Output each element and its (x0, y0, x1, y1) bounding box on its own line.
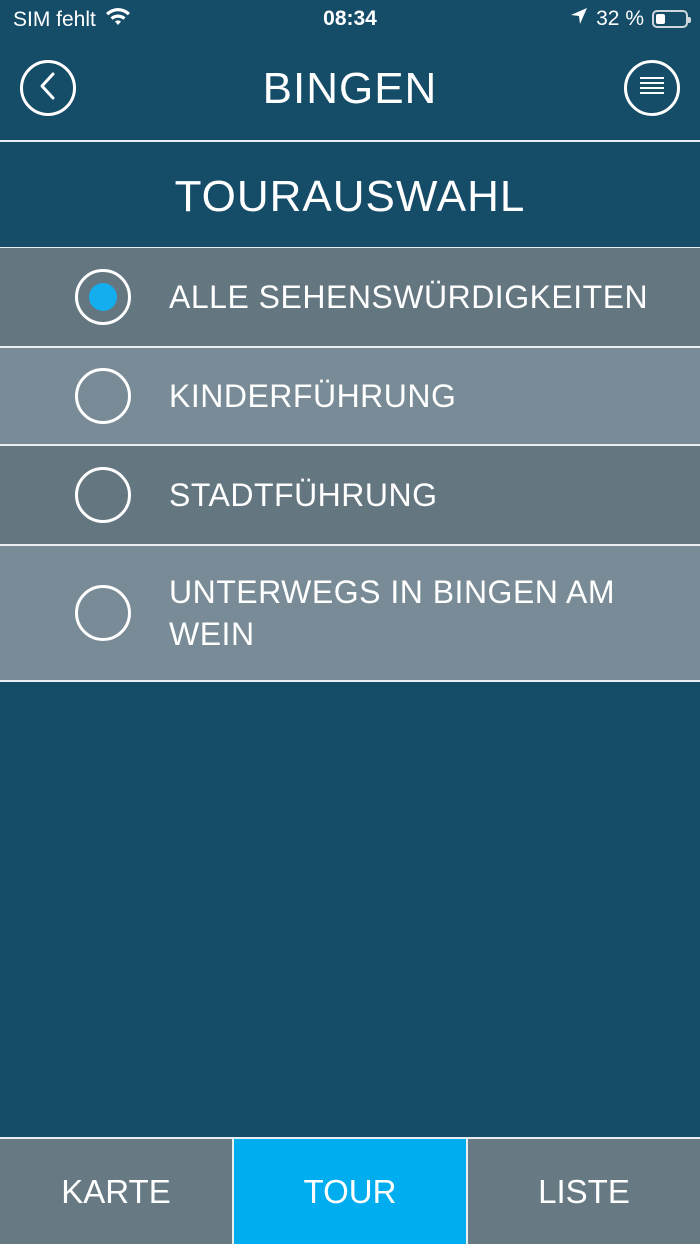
status-bar: SIM fehlt 08:34 32 % (0, 0, 700, 40)
radio-selected-dot (89, 283, 117, 311)
status-right: 32 % (570, 7, 691, 31)
tour-option-kinderfuehrung[interactable]: KINDERFÜHRUNG (0, 348, 700, 446)
section-title: TOURAUSWAHL (174, 172, 526, 221)
tab-bar: KARTE TOUR LISTE (0, 1137, 700, 1244)
tour-option-unterwegs-in-bingen-am-wein[interactable]: UNTERWEGS IN BINGEN AM WEIN (0, 546, 700, 682)
menu-icon (639, 74, 665, 103)
radio-button[interactable] (75, 467, 131, 523)
radio-button[interactable] (75, 368, 131, 424)
tour-list: ALLE SEHENSWÜRDIGKEITEN KINDERFÜHRUNG ST… (0, 248, 700, 682)
tour-option-label: UNTERWEGS IN BINGEN AM WEIN (169, 574, 616, 652)
tour-option-label: KINDERFÜHRUNG (169, 378, 457, 414)
menu-button[interactable] (624, 60, 680, 116)
radio-button[interactable] (75, 585, 131, 641)
tab-karte[interactable]: KARTE (0, 1139, 234, 1244)
tab-tour[interactable]: TOUR (234, 1139, 468, 1244)
tour-option-label: STADTFÜHRUNG (169, 477, 438, 513)
tour-option-alle-sehenswuerdigkeiten[interactable]: ALLE SEHENSWÜRDIGKEITEN (0, 248, 700, 348)
radio-button[interactable] (75, 269, 131, 325)
battery-percent: 32 % (596, 7, 644, 30)
nav-bar: BINGEN (0, 40, 700, 140)
tour-option-label: ALLE SEHENSWÜRDIGKEITEN (169, 279, 649, 315)
tab-liste[interactable]: LISTE (468, 1139, 700, 1244)
page-title: BINGEN (262, 64, 438, 113)
battery-icon (652, 10, 691, 28)
tour-option-stadtfuehrung[interactable]: STADTFÜHRUNG (0, 446, 700, 546)
location-arrow-icon (570, 7, 588, 31)
